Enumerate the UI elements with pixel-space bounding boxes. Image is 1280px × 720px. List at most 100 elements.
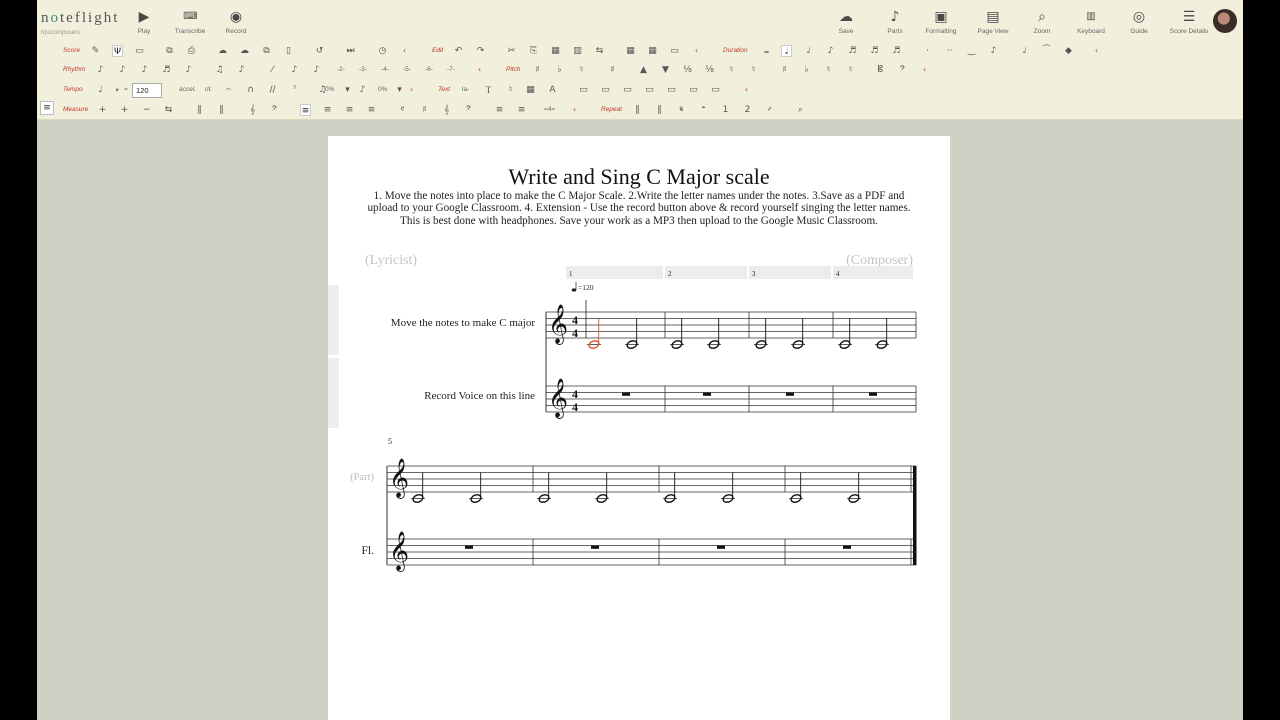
staff-lines-b-icon[interactable]: ≡ xyxy=(322,104,333,116)
part-selector-2[interactable] xyxy=(328,358,339,428)
pitch-tool-icon[interactable]: ♮ xyxy=(726,64,737,76)
32nd-note-icon[interactable]: ♬ xyxy=(869,45,880,57)
keyboard-input-icon[interactable]: ▭ xyxy=(669,45,680,57)
tempo-marking[interactable]: =120 xyxy=(571,282,594,292)
flat-icon[interactable]: ♭ xyxy=(554,64,565,76)
history-icon[interactable]: ↺ xyxy=(314,45,325,57)
clef-change-icon[interactable]: 𝄞 xyxy=(441,104,452,116)
chord-diagram-icon[interactable]: ▦ xyxy=(525,84,536,96)
octave-up-icon[interactable]: ⅛ xyxy=(682,64,693,76)
chevron-left-icon[interactable]: ‹ xyxy=(919,64,930,76)
part-selector-1[interactable] xyxy=(328,285,339,355)
dot-icon[interactable]: · xyxy=(922,45,933,57)
double-whole-note-icon[interactable]: 𝅜 xyxy=(761,45,772,57)
clock-icon[interactable]: ◷ xyxy=(377,45,388,57)
lyric-tool[interactable]: la- xyxy=(462,86,469,93)
tenuto-icon[interactable]: ♪ xyxy=(139,64,150,76)
text-tool[interactable]: T xyxy=(483,84,494,96)
tempo-input[interactable] xyxy=(132,83,162,98)
page-view-button[interactable]: ▤ Page View xyxy=(965,8,1021,35)
beam-icon[interactable]: ♫ xyxy=(214,64,225,76)
pdf-icon[interactable]: ▯ xyxy=(283,45,294,57)
chord-up-icon[interactable]: ♯ xyxy=(779,64,790,76)
clef-change-b-icon[interactable]: 𝄢 xyxy=(463,104,474,116)
septuplet-tool[interactable]: -7- xyxy=(447,66,455,73)
ottava-icon[interactable]: 𝄡 xyxy=(875,64,886,76)
add-measure-icon[interactable]: + xyxy=(97,104,108,116)
quintuplet-tool[interactable]: -5- xyxy=(403,66,411,73)
natural-icon[interactable]: ♮ xyxy=(576,64,587,76)
undo-icon[interactable]: ↶ xyxy=(453,45,464,57)
shuffle-percent[interactable]: 0% xyxy=(378,86,387,93)
page-break-icon[interactable]: ≡ xyxy=(516,104,527,116)
octave-down-icon[interactable]: ⅛ xyxy=(704,64,715,76)
time-sig-icon[interactable]: 𝄴 xyxy=(397,104,408,116)
chord-text-icon[interactable]: ▭ xyxy=(622,84,633,96)
swing-caret[interactable]: ▾ xyxy=(342,84,353,96)
text-box-icon[interactable]: ▭ xyxy=(644,84,655,96)
select-measure-icon[interactable]: ▦ xyxy=(647,45,658,57)
playback-icon[interactable]: ⏭ xyxy=(345,45,356,57)
eraser-icon[interactable]: ◆ xyxy=(1063,45,1074,57)
bass-clef-icon[interactable]: 𝄢 xyxy=(269,104,280,116)
chord-symbol-icon[interactable]: ♮ xyxy=(505,84,516,96)
ottava-bassa-icon[interactable]: 𝄢 xyxy=(897,64,908,76)
cloud-save-icon[interactable]: ☁ xyxy=(217,45,228,57)
trash-icon[interactable]: ▥ xyxy=(572,45,583,57)
64th-note-icon[interactable]: ♬ xyxy=(891,45,902,57)
rehearsal-mark-icon[interactable]: A xyxy=(547,84,558,96)
insert-measure-icon[interactable]: + xyxy=(119,104,130,116)
breath-mark-icon[interactable]: ∩ xyxy=(245,84,256,96)
cloud-download-icon[interactable]: ☁ xyxy=(239,45,250,57)
first-ending-icon[interactable]: 1 xyxy=(720,104,731,116)
shuffle-icon[interactable]: ♪ xyxy=(357,84,368,96)
swap-icon[interactable]: ⇆ xyxy=(594,45,605,57)
double-dot-icon[interactable]: ·· xyxy=(944,45,955,57)
sextuplet-tool[interactable]: -6- xyxy=(425,66,433,73)
record-button[interactable]: ◉ Record xyxy=(208,8,264,35)
score-page-icon[interactable]: ▭ xyxy=(134,45,145,57)
hamburger-menu-icon[interactable]: ≡ xyxy=(40,101,54,115)
triplet-tool[interactable]: -3- xyxy=(359,66,367,73)
staff-lines-icon[interactable]: ≡ xyxy=(300,104,311,116)
segno-icon[interactable]: 𝄋 xyxy=(676,104,687,116)
formatting-button[interactable]: ▣ Formatting xyxy=(913,8,969,35)
quadruplet-tool[interactable]: -4- xyxy=(381,66,389,73)
figured-bass-icon[interactable]: ▭ xyxy=(578,84,589,96)
quarter-note-icon[interactable]: ♩ xyxy=(803,45,814,57)
redo-icon[interactable]: ↷ xyxy=(475,45,486,57)
tempo-dropdown-caret[interactable]: ▾ xyxy=(115,86,118,94)
search-icon[interactable]: ⌕ xyxy=(795,104,806,116)
system-break-icon[interactable]: ≡ xyxy=(494,104,505,116)
shuffle-caret[interactable]: ▾ xyxy=(394,84,405,96)
tuning-fork-icon[interactable]: Ψ xyxy=(112,45,123,57)
barline-icon[interactable]: ‖ xyxy=(194,104,205,116)
chevron-left-icon[interactable]: ‹ xyxy=(406,84,417,96)
half-note-icon[interactable]: 𝅗𝅥 xyxy=(781,45,792,57)
chevron-left-icon[interactable]: ‹ xyxy=(474,64,485,76)
slash-icon[interactable]: ⁄ xyxy=(267,64,278,76)
save-button[interactable]: ☁ Save xyxy=(818,8,874,35)
duplet-tool[interactable]: -2- xyxy=(337,66,345,73)
guide-button[interactable]: ◎ Guide xyxy=(1111,8,1167,35)
chevron-left-icon[interactable]: ‹ xyxy=(691,45,702,57)
score-notation[interactable]: 1 2 3 4 =120 Move the notes to make C ma… xyxy=(328,136,950,720)
pitch-up-icon[interactable]: ▲ xyxy=(638,64,649,76)
select-all-icon[interactable]: ▦ xyxy=(625,45,636,57)
delete-measure-icon[interactable]: − xyxy=(141,104,152,116)
enharmonic-icon[interactable]: ♮ xyxy=(748,64,759,76)
print-icon[interactable]: ⎙ xyxy=(186,45,197,57)
measure-split-icon[interactable]: ⇆ xyxy=(163,104,174,116)
fermata-icon[interactable]: 𝄐 xyxy=(223,84,234,96)
sixteenth-note-icon[interactable]: ♬ xyxy=(847,45,858,57)
double-barline-icon[interactable]: ‖ xyxy=(216,104,227,116)
tempo-note-icon[interactable]: ♩ xyxy=(95,84,106,96)
fermata-icon[interactable]: ♪ xyxy=(183,64,194,76)
cross-staff-icon[interactable]: ♪ xyxy=(289,64,300,76)
footnote-icon[interactable]: ▭ xyxy=(710,84,721,96)
treble-clef-icon[interactable]: 𝄞 xyxy=(247,104,258,116)
staff-lines-d-icon[interactable]: ≡ xyxy=(366,104,377,116)
user-avatar[interactable] xyxy=(1213,9,1237,33)
noteflight-logo[interactable]: noteflight xyxy=(41,10,119,27)
chord-remove-icon[interactable]: ♮ xyxy=(845,64,856,76)
